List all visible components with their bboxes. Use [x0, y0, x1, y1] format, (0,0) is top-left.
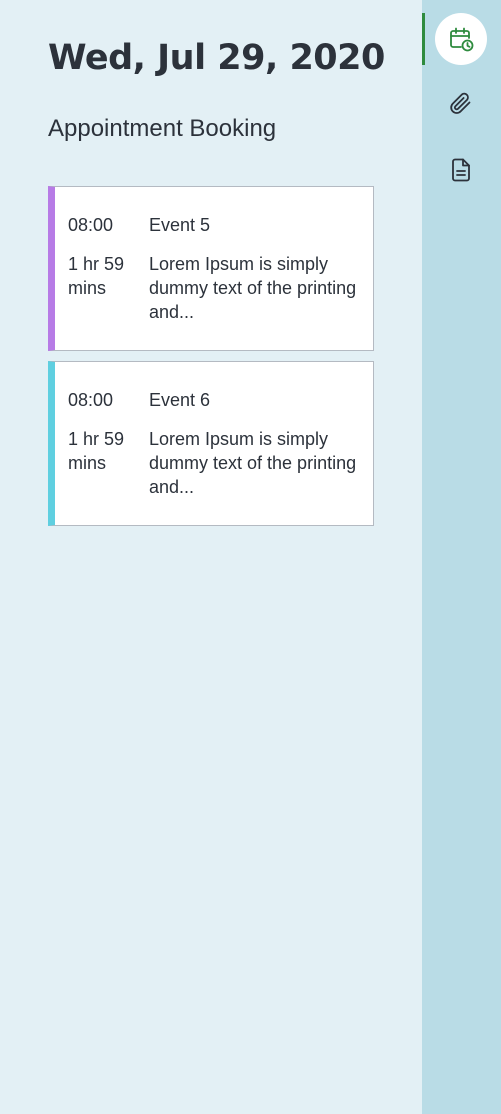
event-duration: 1 hr 59 mins [68, 429, 125, 473]
main-panel: Wed, Jul 29, 2020 Appointment Booking 08… [0, 0, 422, 1114]
event-title: Event 5 [149, 215, 211, 235]
event-card[interactable]: 08:00 Event 6 1 hr 59 mins Lorem Ipsum i… [48, 361, 374, 526]
sidebar-item-documents[interactable] [435, 144, 487, 196]
document-icon [452, 158, 470, 182]
sidebar-item-attachments[interactable] [435, 78, 487, 130]
page-title: Wed, Jul 29, 2020 [48, 38, 385, 78]
page-subtitle: Appointment Booking [48, 115, 277, 142]
event-duration: 1 hr 59 mins [68, 254, 125, 298]
event-description: Lorem Ipsum is simply dummy text of the … [149, 429, 357, 497]
paperclip-icon [450, 92, 471, 114]
event-time: 08:00 [68, 215, 114, 235]
event-card[interactable]: 08:00 Event 5 1 hr 59 mins Lorem Ipsum i… [48, 186, 374, 351]
active-indicator [422, 13, 425, 65]
sidebar-item-calendar[interactable] [435, 13, 487, 65]
event-title: Event 6 [149, 390, 211, 410]
event-description: Lorem Ipsum is simply dummy text of the … [149, 254, 357, 322]
event-time: 08:00 [68, 390, 114, 410]
calendar-clock-icon [450, 27, 474, 52]
sidebar-rail [422, 0, 501, 1114]
